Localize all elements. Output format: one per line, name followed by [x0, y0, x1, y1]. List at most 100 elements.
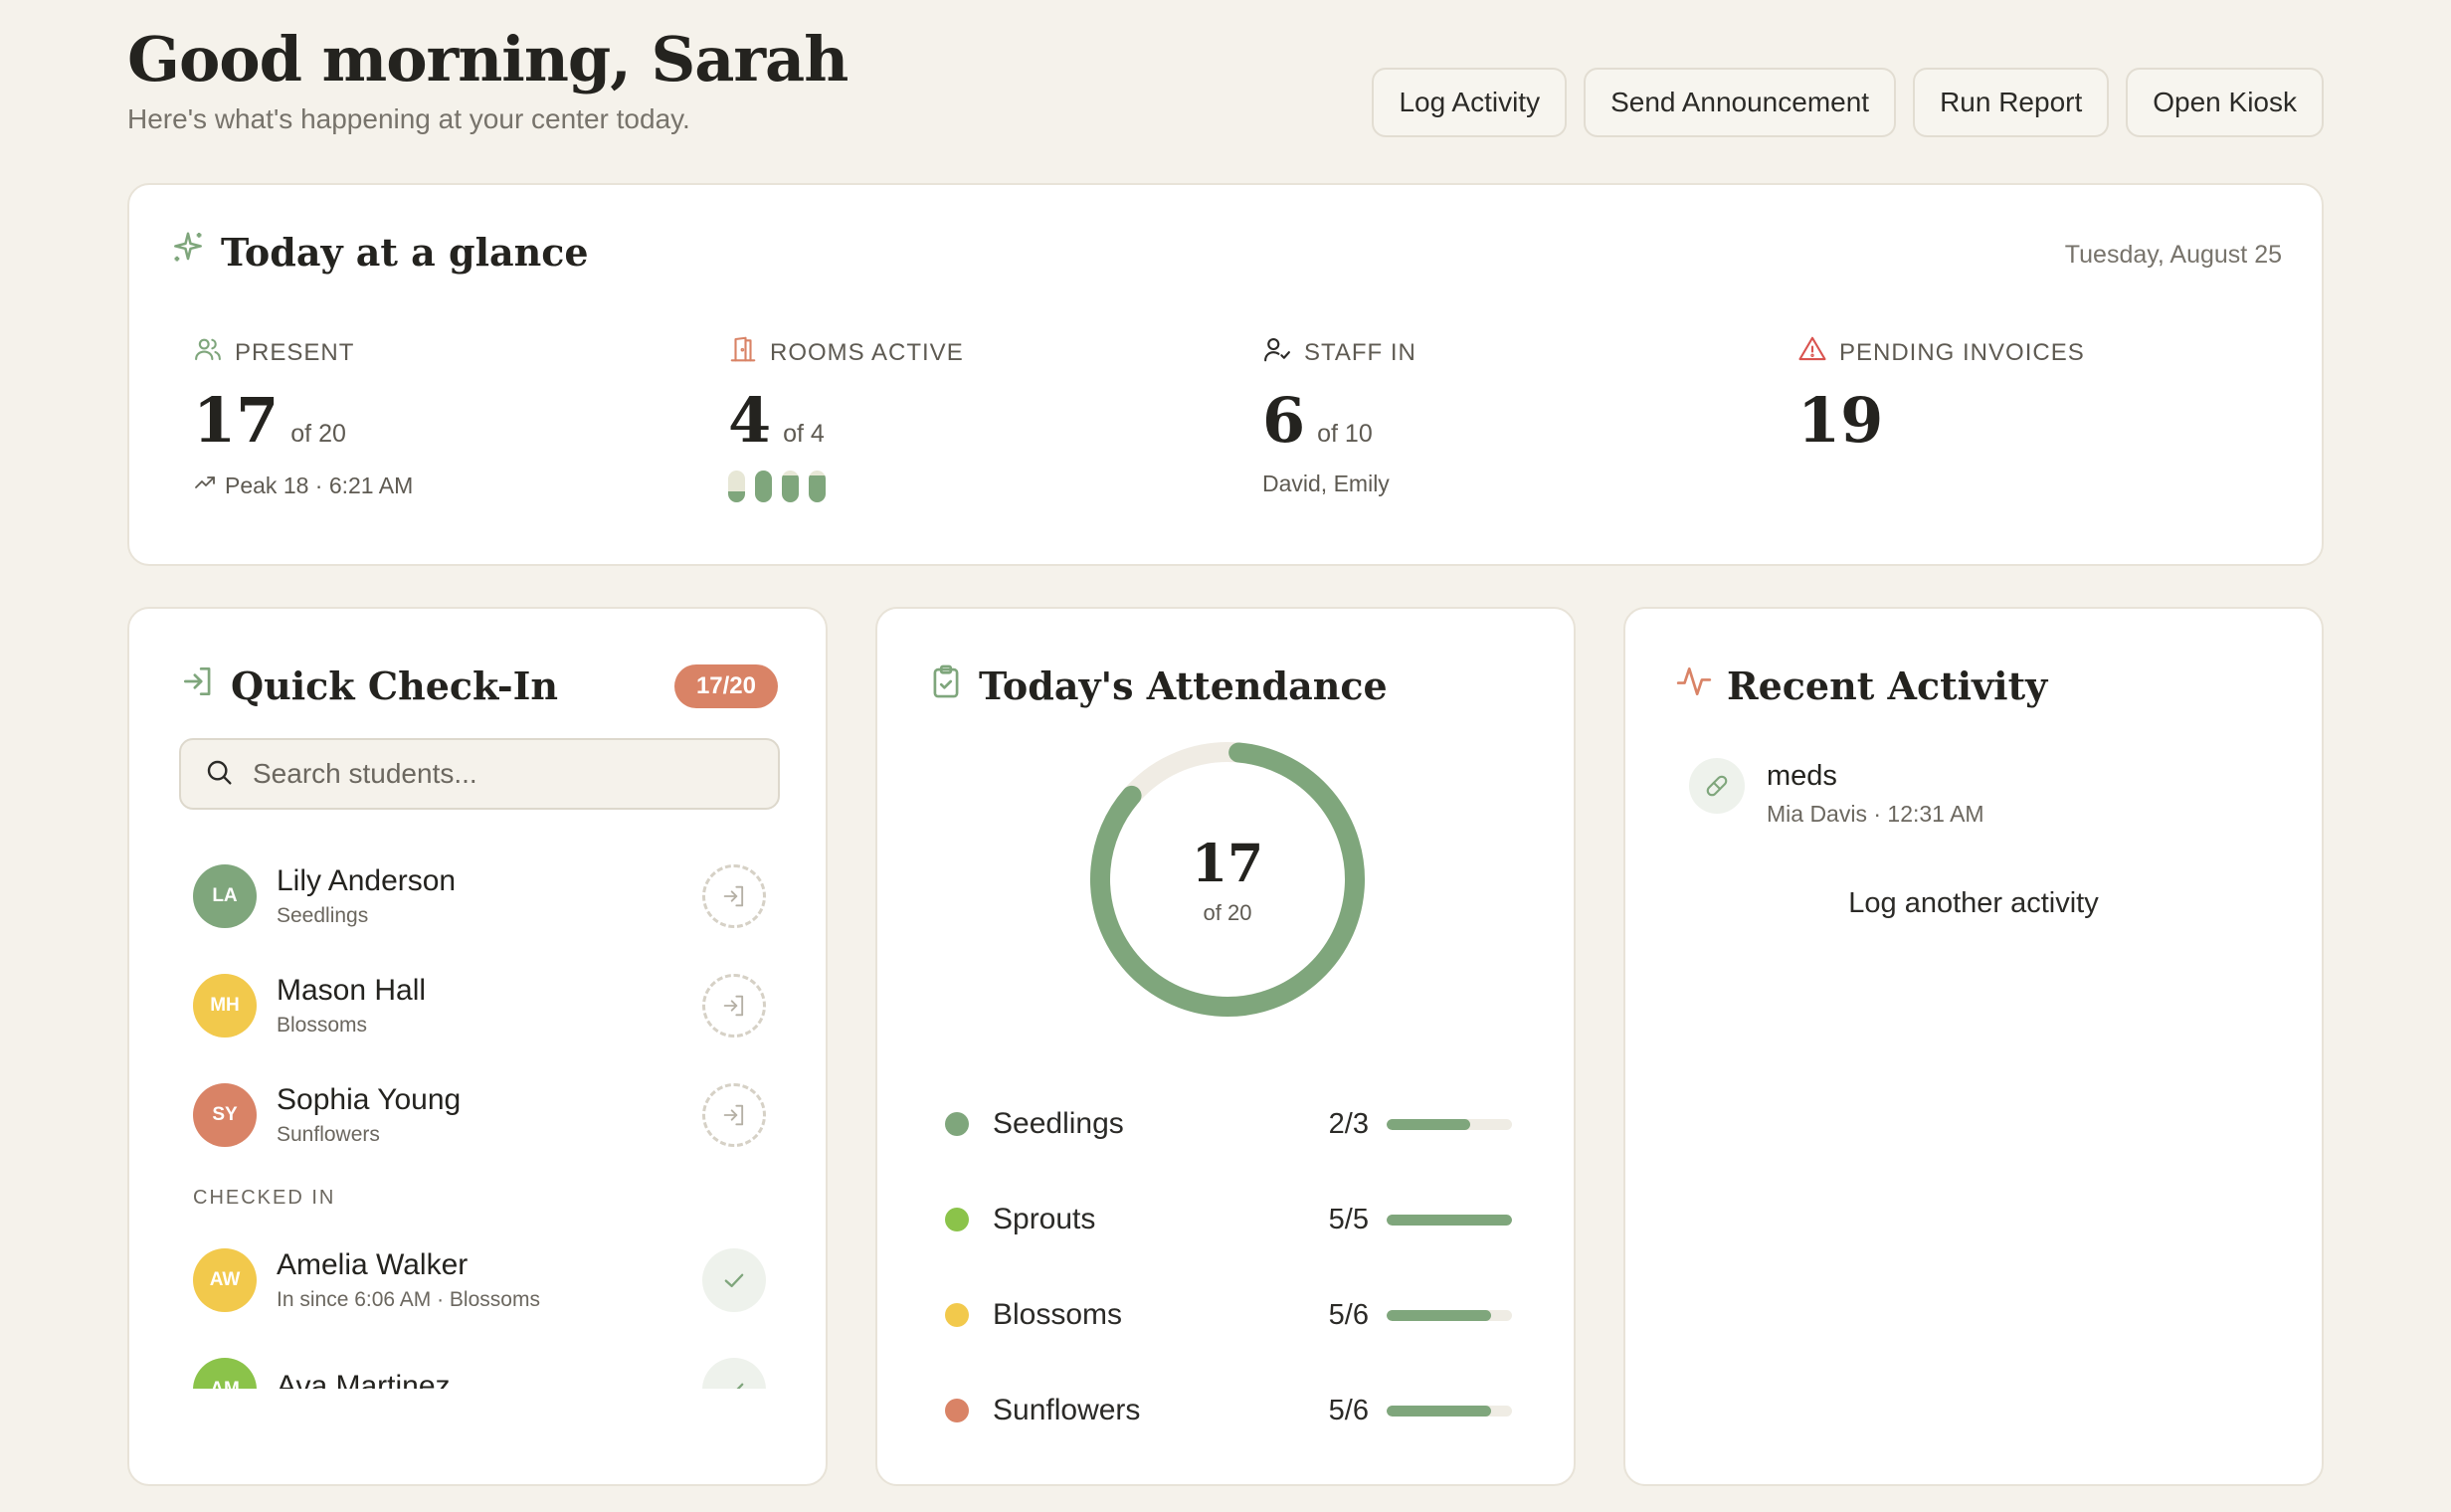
glance-header: Today at a glance — [169, 229, 589, 276]
rooms-stat: ROOMS ACTIVE 4 of 4 — [728, 334, 1226, 502]
login-icon — [723, 995, 744, 1017]
activity-item-title: meds — [1767, 760, 1837, 792]
warning-icon — [1797, 334, 1827, 371]
room-name: Blossoms — [993, 1298, 1123, 1331]
student-room: Seedlings — [277, 904, 369, 927]
student-room: Blossoms — [277, 1014, 368, 1037]
login-icon — [723, 1104, 744, 1126]
student-list: LA Lily Anderson Seedlings MH Mason Hall… — [193, 842, 766, 1389]
send-announcement-button[interactable]: Send Announcement — [1584, 68, 1897, 137]
checkin-title: Quick Check-In — [231, 663, 559, 708]
attendance-card: Today's Attendance 17 of 20 Seedlings 2/… — [875, 607, 1576, 1486]
room-pill — [755, 471, 772, 502]
activity-item-meta: Mia Davis · 12:31 AM — [1767, 801, 1984, 827]
room-color-dot — [945, 1112, 969, 1136]
check-in-button[interactable] — [702, 974, 766, 1038]
room-pill — [809, 471, 826, 502]
avatar: LA — [193, 864, 257, 928]
log-another-activity-link[interactable]: Log another activity — [1625, 887, 2322, 920]
staff-value: 6 — [1262, 384, 1306, 457]
room-progress-bar — [1387, 1309, 1512, 1321]
room-color-dot — [945, 1208, 969, 1231]
room-occupancy-pills — [728, 471, 1226, 502]
glance-title: Today at a glance — [221, 230, 589, 275]
header-actions: Log Activity Send Announcement Run Repor… — [1372, 68, 2324, 137]
door-icon — [728, 334, 758, 371]
quick-checkin-card: Quick Check-In 17/20 LA Lily Anderson Se… — [127, 607, 828, 1486]
checkin-count-badge: 17/20 — [673, 664, 778, 708]
room-count: 2/3 — [1328, 1107, 1369, 1140]
staff-of: of 10 — [1317, 420, 1373, 448]
room-breakdown: Seedlings 2/3 Sprouts 5/5 Blossoms 5/6 S… — [945, 1076, 1512, 1458]
room-color-dot — [945, 1303, 969, 1327]
room-progress-bar — [1387, 1214, 1512, 1226]
staff-label: STAFF IN — [1304, 338, 1416, 366]
run-report-button[interactable]: Run Report — [1913, 68, 2110, 137]
checked-in-heading: CHECKED IN — [193, 1186, 336, 1209]
student-search[interactable] — [179, 738, 780, 810]
room-count: 5/6 — [1328, 1298, 1369, 1331]
staff-stat: STAFF IN 6 of 10 David, Emily — [1262, 334, 1760, 497]
trending-up-icon — [193, 471, 217, 500]
checked-in-indicator[interactable] — [702, 1358, 766, 1389]
room-row: Sprouts 5/5 — [945, 1172, 1512, 1267]
invoices-label: PENDING INVOICES — [1839, 338, 2085, 366]
page-header: Good morning, Sarah Here's what's happen… — [127, 22, 2324, 141]
checkin-header: Quick Check-In — [179, 662, 558, 709]
check-in-button[interactable] — [702, 864, 766, 928]
present-stat: PRESENT 17 of 20 Peak 18 · 6:21 AM — [193, 334, 690, 500]
student-name: Ava Martinez — [277, 1370, 451, 1389]
user-check-icon — [1262, 334, 1292, 371]
search-input[interactable] — [253, 758, 750, 790]
staff-names: David, Emily — [1262, 471, 1390, 496]
avatar: AM — [193, 1358, 257, 1389]
log-activity-button[interactable]: Log Activity — [1372, 68, 1568, 137]
glance-card: Today at a glance Tuesday, August 25 PRE… — [127, 183, 2324, 566]
open-kiosk-button[interactable]: Open Kiosk — [2126, 68, 2324, 137]
attendance-header: Today's Attendance — [927, 662, 1388, 709]
student-name: Amelia Walker — [277, 1248, 469, 1281]
room-count: 5/5 — [1328, 1203, 1369, 1235]
room-row: Sunflowers 5/6 — [945, 1363, 1512, 1458]
glance-date: Tuesday, August 25 — [2064, 241, 2282, 269]
room-progress-bar — [1387, 1118, 1512, 1130]
present-peak: Peak 18 · 6:21 AM — [225, 472, 414, 498]
student-name: Lily Anderson — [277, 864, 457, 897]
clipboard-check-icon — [927, 662, 965, 709]
sparkle-icon — [169, 229, 207, 276]
room-count: 5/6 — [1328, 1394, 1369, 1426]
avatar: AW — [193, 1248, 257, 1312]
student-room: Sunflowers — [277, 1123, 380, 1146]
room-color-dot — [945, 1399, 969, 1422]
invoices-stat: PENDING INVOICES 19 — [1797, 334, 2295, 453]
checked-in-indicator[interactable] — [702, 1248, 766, 1312]
list-item: AM Ava Martinez — [193, 1335, 766, 1389]
rooms-value: 4 — [728, 384, 772, 457]
room-name: Sprouts — [993, 1203, 1096, 1235]
pill-icon — [1689, 758, 1745, 814]
student-name: Mason Hall — [277, 974, 427, 1007]
list-item: MH Mason Hall Blossoms — [193, 951, 766, 1060]
activity-header: Recent Activity — [1675, 662, 2047, 709]
attendance-donut: 17 of 20 — [1086, 738, 1369, 1021]
room-name: Sunflowers — [993, 1394, 1141, 1426]
room-pill — [728, 471, 745, 502]
list-item: LA Lily Anderson Seedlings — [193, 842, 766, 951]
room-row: Blossoms 5/6 — [945, 1267, 1512, 1363]
login-icon — [179, 662, 217, 709]
list-item: AW Amelia Walker In since 6:06 AM · Blos… — [193, 1226, 766, 1335]
check-icon — [724, 1273, 744, 1287]
rooms-of: of 4 — [783, 420, 825, 448]
donut-total-label: of 20 — [1203, 899, 1252, 925]
rooms-label: ROOMS ACTIVE — [770, 338, 964, 366]
attendance-title: Today's Attendance — [979, 663, 1388, 708]
avatar: MH — [193, 974, 257, 1038]
room-name: Seedlings — [993, 1107, 1124, 1140]
check-in-button[interactable] — [702, 1083, 766, 1147]
recent-activity-card: Recent Activity meds Mia Davis · 12:31 A… — [1623, 607, 2324, 1486]
donut-present-value: 17 — [1191, 833, 1264, 894]
avatar: SY — [193, 1083, 257, 1147]
search-icon — [203, 756, 235, 793]
check-icon — [736, 1383, 744, 1389]
activity-item[interactable]: meds Mia Davis · 12:31 AM — [1689, 758, 1984, 828]
